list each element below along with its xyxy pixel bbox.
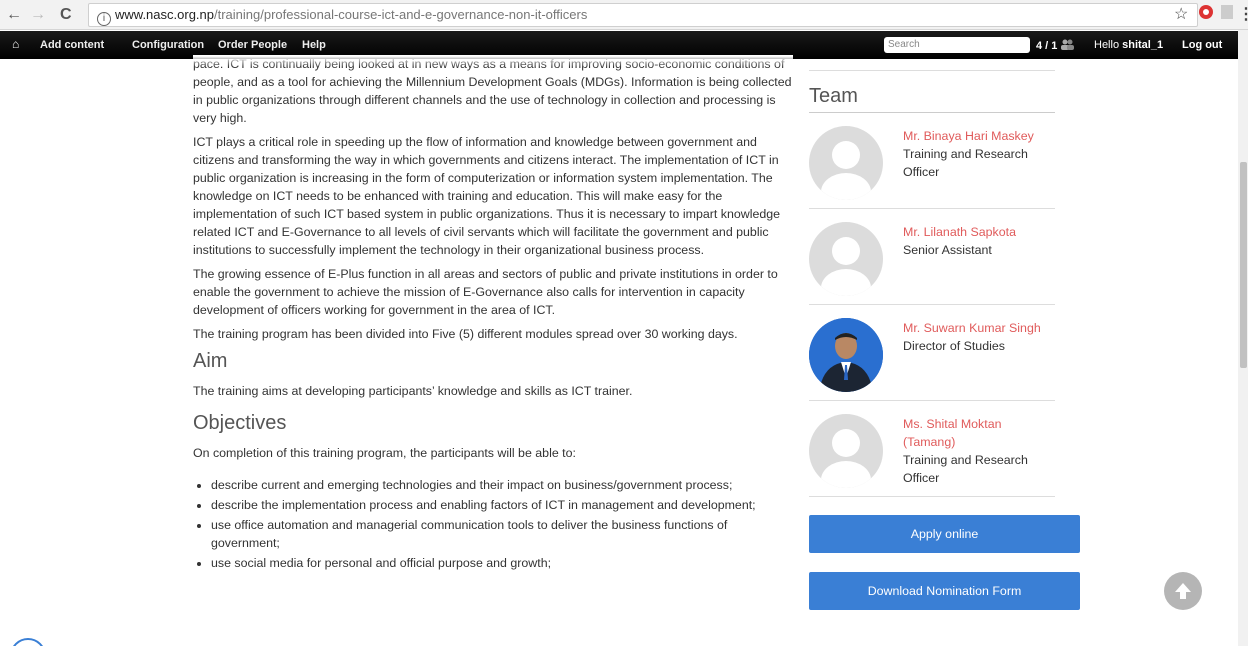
reload-icon[interactable]: C — [60, 5, 72, 25]
member-role: Director of Studies — [903, 339, 1005, 353]
bookmark-star-icon[interactable]: ☆ — [1174, 4, 1188, 24]
forward-icon[interactable]: → — [30, 5, 46, 25]
avatar-placeholder-icon — [809, 126, 883, 200]
avatar-placeholder-icon — [809, 414, 883, 488]
url-path: /training/professional-course-ict-and-e-… — [214, 7, 588, 22]
member-role: Training and Research Officer — [903, 453, 1028, 485]
objectives-intro: On completion of this training program, … — [193, 446, 576, 460]
configuration-link[interactable]: Configuration — [132, 39, 204, 51]
member-name-link[interactable]: Mr. Suwarn Kumar Singh Director of Studie… — [903, 319, 1053, 355]
info-icon[interactable]: i — [97, 12, 111, 26]
pdf-extension-icon[interactable] — [1220, 4, 1234, 25]
greeting-prefix: Hello — [1094, 39, 1123, 51]
team-member: Mr. Suwarn Kumar Singh Director of Studie… — [809, 305, 1055, 401]
users-icon — [1060, 39, 1075, 52]
member-role: Senior Assistant — [903, 243, 992, 257]
member-name-link[interactable]: Mr. Lilanath Sapkota Senior Assistant — [903, 223, 1053, 259]
team-sidebar: Team Mr. Binaya Hari Maskey Training and … — [809, 59, 1055, 497]
user-count-text: 4 / 1 — [1036, 40, 1058, 52]
list-item: use office automation and managerial com… — [211, 516, 793, 552]
list-item: describe current and emerging technologi… — [211, 476, 793, 494]
download-nomination-button[interactable]: Download Nomination Form — [809, 572, 1080, 610]
objectives-heading: Objectives — [193, 412, 287, 434]
divider — [809, 59, 1055, 71]
user-count: 4 / 1 — [1036, 39, 1075, 52]
team-heading: Team — [809, 85, 1055, 113]
main-content: pace. ICT is continually being looked at… — [193, 55, 793, 574]
team-member: Ms. Shital Moktan (Tamang) Training and R… — [809, 401, 1055, 497]
order-people-link[interactable]: Order People — [218, 39, 287, 51]
back-icon[interactable]: ← — [6, 5, 22, 25]
member-name[interactable]: Ms. Shital Moktan (Tamang) — [903, 417, 1001, 449]
paragraph-3: The growing essence of E-Plus function i… — [193, 267, 778, 317]
greeting[interactable]: Hello shital_1 — [1094, 39, 1163, 51]
extension-icon[interactable] — [1198, 4, 1214, 25]
username: shital_1 — [1122, 39, 1164, 51]
objectives-list: describe current and emerging technologi… — [211, 476, 793, 572]
list-item: describe the implementation process and … — [211, 496, 793, 514]
toolbar-overlap-fade — [193, 55, 793, 67]
paragraph-4: The training program has been divided in… — [193, 327, 738, 341]
logout-link[interactable]: Log out — [1182, 39, 1222, 51]
list-item: use social media for personal and offici… — [211, 554, 793, 572]
member-name[interactable]: Mr. Binaya Hari Maskey — [903, 129, 1034, 143]
add-content-link[interactable]: Add content — [40, 39, 104, 51]
scrollbar-thumb[interactable] — [1240, 162, 1247, 368]
avatar-placeholder-icon — [809, 222, 883, 296]
member-photo — [809, 318, 883, 392]
member-name-link[interactable]: Ms. Shital Moktan (Tamang) Training and R… — [903, 415, 1053, 487]
paragraph-2: ICT plays a critical role in speeding up… — [193, 135, 781, 257]
browser-chrome: ← → C i www.nasc.org.np/training/professi… — [0, 0, 1248, 30]
address-bar[interactable]: i www.nasc.org.np/training/professional-c… — [88, 3, 1198, 27]
home-icon[interactable]: ⌂ — [12, 37, 19, 51]
apply-online-button[interactable]: Apply online — [809, 515, 1080, 553]
member-name[interactable]: Mr. Lilanath Sapkota — [903, 225, 1016, 239]
scroll-to-top-icon[interactable] — [1164, 572, 1202, 610]
team-member: Mr. Binaya Hari Maskey Training and Resea… — [809, 113, 1055, 209]
aim-heading: Aim — [193, 350, 228, 372]
url-host: www.nasc.org.np — [115, 7, 214, 22]
menu-icon[interactable]: ⋮ — [1238, 4, 1248, 24]
aim-text: The training aims at developing particip… — [193, 384, 633, 398]
team-member: Mr. Lilanath Sapkota Senior Assistant — [809, 209, 1055, 305]
member-name[interactable]: Mr. Suwarn Kumar Singh — [903, 321, 1041, 335]
member-name-link[interactable]: Mr. Binaya Hari Maskey Training and Resea… — [903, 127, 1053, 181]
help-link[interactable]: Help — [302, 39, 326, 51]
search-input[interactable]: Search — [884, 37, 1030, 53]
member-role: Training and Research Officer — [903, 147, 1028, 179]
chat-widget-icon[interactable] — [10, 638, 46, 646]
